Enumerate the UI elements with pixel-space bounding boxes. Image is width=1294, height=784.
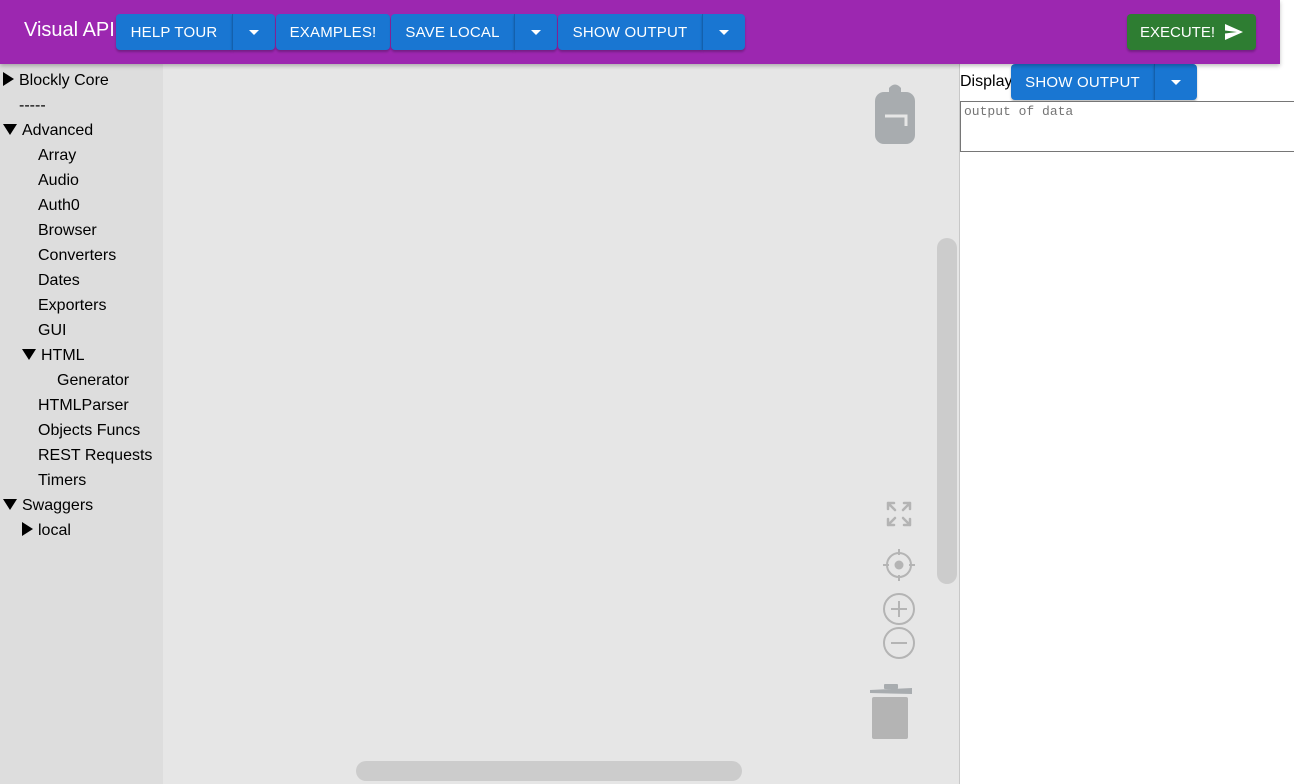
save-local-dropdown-button[interactable] xyxy=(514,14,557,50)
tree-item-audio[interactable]: Audio xyxy=(38,168,79,193)
tree-item-browser[interactable]: Browser xyxy=(38,218,97,243)
blockly-workspace[interactable] xyxy=(163,64,960,784)
caret-down-icon xyxy=(1171,79,1181,85)
save-local-button[interactable]: SAVE LOCAL xyxy=(391,14,514,50)
caret-down-icon xyxy=(249,29,259,35)
tree-item-local[interactable]: local xyxy=(22,518,71,543)
tree-item-objects-funcs[interactable]: Objects Funcs xyxy=(38,418,140,443)
collapsed-arrow-icon xyxy=(3,72,14,87)
expanded-arrow-icon xyxy=(3,499,17,511)
tree-item-blockly-core[interactable]: Blockly Core xyxy=(3,68,109,93)
app-bar: Visual API HELP TOUR EXAMPLES! SAVE LOCA… xyxy=(0,0,1280,64)
workspace-horizontal-scrollbar[interactable] xyxy=(356,761,742,781)
help-tour-button[interactable]: HELP TOUR xyxy=(116,14,232,50)
execute-button[interactable]: EXECUTE! xyxy=(1127,14,1256,50)
tree-item-htmlparser[interactable]: HTMLParser xyxy=(38,393,129,418)
zoom-in-icon[interactable] xyxy=(882,592,916,626)
workspace-vertical-scrollbar[interactable] xyxy=(937,238,957,584)
output-panel: Display SHOW OUTPUT xyxy=(960,64,1294,784)
tree-item-converters[interactable]: Converters xyxy=(38,243,116,268)
fullscreen-icon[interactable] xyxy=(885,500,913,528)
tree-item-auth0[interactable]: Auth0 xyxy=(38,193,80,218)
execute-label: EXECUTE! xyxy=(1139,23,1215,41)
tree-item-array[interactable]: Array xyxy=(38,143,76,168)
tree-item-swaggers[interactable]: Swaggers xyxy=(3,493,93,518)
send-icon xyxy=(1225,24,1243,40)
tree-item-exporters[interactable]: Exporters xyxy=(38,293,106,318)
display-label: Display xyxy=(960,73,1013,90)
show-output-button[interactable]: SHOW OUTPUT xyxy=(558,14,702,50)
caret-down-icon xyxy=(531,29,541,35)
tree-item-dates[interactable]: Dates xyxy=(38,268,80,293)
examples-button[interactable]: EXAMPLES! xyxy=(276,14,390,50)
tree-separator: ----- xyxy=(19,97,46,114)
caret-down-icon xyxy=(719,29,729,35)
tree-item-timers[interactable]: Timers xyxy=(38,468,86,493)
expanded-arrow-icon xyxy=(22,349,36,361)
panel-show-output-dropdown-button[interactable] xyxy=(1154,64,1197,100)
trash-icon[interactable] xyxy=(867,682,915,740)
tree-item-generator[interactable]: Generator xyxy=(57,368,129,393)
tree-item-gui[interactable]: GUI xyxy=(38,318,66,343)
show-output-dropdown-button[interactable] xyxy=(702,14,745,50)
tree-item-html[interactable]: HTML xyxy=(22,343,85,368)
category-tree: Blockly Core ----- Advanced Array Audio … xyxy=(0,64,163,784)
panel-show-output-button[interactable]: SHOW OUTPUT xyxy=(1011,64,1154,100)
help-tour-dropdown-button[interactable] xyxy=(232,14,275,50)
tree-item-rest-requests[interactable]: REST Requests xyxy=(38,443,152,468)
expanded-arrow-icon xyxy=(3,124,17,136)
recenter-icon[interactable] xyxy=(882,548,916,582)
collapsed-arrow-icon xyxy=(22,522,33,537)
zoom-out-icon[interactable] xyxy=(882,626,916,660)
tree-item-advanced[interactable]: Advanced xyxy=(3,118,93,143)
output-textarea[interactable] xyxy=(960,101,1294,152)
app-title: Visual API xyxy=(24,19,115,41)
backpack-icon[interactable] xyxy=(873,82,917,146)
